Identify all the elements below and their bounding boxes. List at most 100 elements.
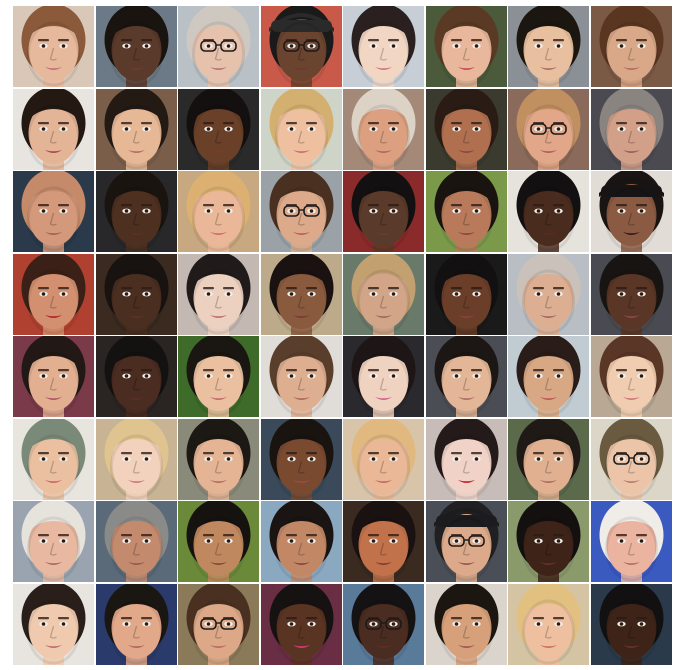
face-portrait bbox=[343, 501, 424, 582]
face-tile bbox=[260, 336, 342, 417]
face-tile bbox=[508, 336, 589, 417]
face-tile bbox=[95, 418, 177, 500]
face-tile bbox=[95, 88, 177, 170]
face-portrait bbox=[260, 336, 342, 417]
face-tile bbox=[13, 253, 94, 335]
face-portrait bbox=[178, 171, 259, 252]
face-tile bbox=[425, 6, 507, 87]
face-tile bbox=[425, 336, 507, 417]
face-tile bbox=[260, 253, 342, 335]
face-portrait bbox=[343, 6, 424, 87]
face-portrait bbox=[13, 583, 94, 665]
face-tile bbox=[95, 171, 177, 252]
face-portrait bbox=[425, 6, 507, 87]
face-portrait bbox=[425, 253, 507, 335]
face-tile bbox=[13, 88, 94, 170]
face-tile bbox=[590, 6, 672, 87]
face-tile bbox=[95, 6, 177, 87]
face-portrait bbox=[590, 501, 672, 582]
face-tile bbox=[178, 336, 259, 417]
face-portrait bbox=[590, 336, 672, 417]
face-portrait bbox=[425, 336, 507, 417]
face-portrait bbox=[508, 6, 589, 87]
face-portrait bbox=[95, 336, 177, 417]
face-tile bbox=[508, 501, 589, 582]
face-tile bbox=[13, 336, 94, 417]
face-tile bbox=[590, 583, 672, 665]
face-tile bbox=[13, 583, 94, 665]
face-portrait bbox=[13, 418, 94, 500]
face-portrait bbox=[13, 88, 94, 170]
face-portrait bbox=[425, 583, 507, 665]
face-portrait bbox=[95, 418, 177, 500]
face-portrait bbox=[425, 88, 507, 170]
face-tile bbox=[343, 418, 424, 500]
face-tile bbox=[590, 418, 672, 500]
face-grid bbox=[13, 6, 672, 665]
face-tile bbox=[178, 171, 259, 252]
face-portrait bbox=[260, 6, 342, 87]
face-portrait bbox=[13, 253, 94, 335]
face-portrait bbox=[260, 88, 342, 170]
face-portrait bbox=[260, 418, 342, 500]
face-portrait bbox=[178, 88, 259, 170]
face-tile bbox=[178, 501, 259, 582]
face-tile bbox=[260, 6, 342, 87]
face-portrait bbox=[508, 88, 589, 170]
face-tile bbox=[178, 253, 259, 335]
face-portrait bbox=[590, 253, 672, 335]
face-tile bbox=[178, 6, 259, 87]
face-tile bbox=[178, 583, 259, 665]
face-portrait bbox=[425, 418, 507, 500]
face-tile bbox=[590, 501, 672, 582]
face-portrait bbox=[178, 336, 259, 417]
face-portrait bbox=[590, 583, 672, 665]
face-portrait bbox=[178, 583, 259, 665]
face-portrait bbox=[178, 253, 259, 335]
face-portrait bbox=[13, 171, 94, 252]
face-tile bbox=[508, 88, 589, 170]
face-portrait bbox=[13, 336, 94, 417]
face-portrait bbox=[508, 336, 589, 417]
face-tile bbox=[508, 6, 589, 87]
face-portrait bbox=[178, 6, 259, 87]
face-tile bbox=[260, 418, 342, 500]
face-tile bbox=[343, 583, 424, 665]
face-portrait bbox=[95, 88, 177, 170]
face-portrait bbox=[95, 501, 177, 582]
face-portrait bbox=[95, 253, 177, 335]
face-tile bbox=[260, 501, 342, 582]
face-portrait bbox=[590, 171, 672, 252]
face-tile bbox=[13, 6, 94, 87]
face-portrait bbox=[13, 6, 94, 87]
face-portrait bbox=[508, 418, 589, 500]
face-portrait bbox=[343, 88, 424, 170]
face-tile bbox=[425, 501, 507, 582]
face-tile bbox=[508, 253, 589, 335]
face-portrait bbox=[343, 253, 424, 335]
face-portrait bbox=[95, 6, 177, 87]
face-tile bbox=[425, 88, 507, 170]
face-tile bbox=[13, 418, 94, 500]
face-portrait bbox=[590, 6, 672, 87]
face-portrait bbox=[590, 88, 672, 170]
face-tile bbox=[95, 501, 177, 582]
face-tile bbox=[425, 418, 507, 500]
face-tile bbox=[260, 583, 342, 665]
face-tile bbox=[590, 253, 672, 335]
face-portrait bbox=[425, 171, 507, 252]
face-tile bbox=[13, 171, 94, 252]
face-tile bbox=[13, 501, 94, 582]
face-portrait bbox=[590, 418, 672, 500]
face-portrait bbox=[260, 253, 342, 335]
face-portrait bbox=[95, 171, 177, 252]
face-portrait bbox=[178, 501, 259, 582]
face-tile bbox=[260, 171, 342, 252]
face-portrait bbox=[343, 418, 424, 500]
face-tile bbox=[425, 583, 507, 665]
face-portrait bbox=[508, 583, 589, 665]
face-portrait bbox=[425, 501, 507, 582]
face-portrait bbox=[508, 253, 589, 335]
face-portrait bbox=[260, 501, 342, 582]
face-tile bbox=[178, 88, 259, 170]
